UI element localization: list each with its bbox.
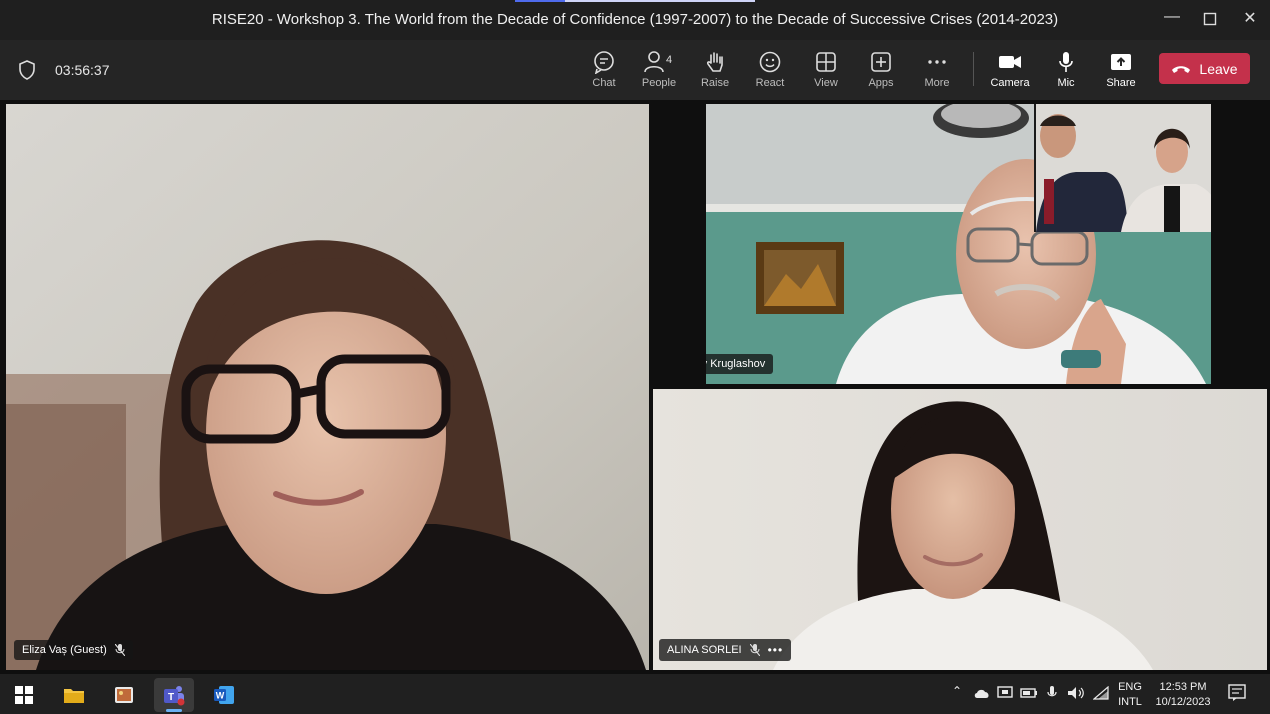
notification-icon[interactable] [1228,684,1246,702]
minimize-icon[interactable]: — [1160,8,1184,30]
microphone-tray-icon[interactable] [1046,685,1058,701]
maximize-icon[interactable] [1198,8,1222,30]
cloud-icon[interactable] [973,687,991,699]
apps-plus-icon [871,52,891,72]
raise-label: Raise [700,77,730,89]
share-icon [1111,54,1131,70]
mic-muted-icon [749,644,760,656]
more-dots-icon [928,60,946,64]
file-explorer-icon[interactable] [54,678,94,712]
video-tile-alina[interactable]: ALINA SORLEI ••• [653,389,1267,670]
taskbar: T W ⌃ ENG INTL 12:53 PM 10/12/2023 [0,674,1270,714]
apps-label: Apps [868,77,894,89]
react-button[interactable]: React [744,48,796,94]
participant-name: Eliza Vaș (Guest) [22,644,107,656]
inset-room-video [1034,104,1211,232]
react-label: React [755,77,785,89]
share-label: Share [1106,77,1136,89]
room-video [1036,104,1211,232]
participant-video-alina [653,389,1267,670]
camera-button[interactable]: Camera [984,48,1036,94]
leave-label: Leave [1199,60,1238,77]
participant-name: Anatoliy Kruglashov [706,358,766,370]
close-icon[interactable]: ✕ [1238,8,1262,30]
phone-hangup-icon [1172,65,1191,73]
chat-icon [594,51,614,74]
word-icon[interactable]: W [204,678,244,712]
teams-icon[interactable]: T [154,678,194,712]
title-accent [515,0,755,2]
display-icon[interactable] [997,686,1013,700]
photos-icon[interactable] [104,678,144,712]
toolbar-divider [973,52,974,86]
view-grid-icon [816,52,836,72]
more-label: More [924,77,950,89]
video-tile-anatoliy[interactable]: Anatoliy Kruglashov [706,104,1211,384]
windows-start-icon[interactable] [4,678,44,712]
chevron-up-icon[interactable]: ⌃ [952,684,962,698]
nametag-eliza: Eliza Vaș (Guest) [14,640,133,660]
volume-icon[interactable] [1067,686,1085,700]
people-count: 4 [666,54,673,66]
title-bar: RISE20 - Workshop 3. The World from the … [0,0,1270,40]
nametag-alina: ALINA SORLEI ••• [659,639,792,661]
lang-bottom: INTL [1118,696,1142,708]
view-button[interactable]: View [800,48,852,94]
lang-top: ENG [1118,681,1142,693]
video-tile-eliza[interactable]: Eliza Vaș (Guest) [6,104,649,670]
mic-muted-icon [114,644,125,656]
meeting-timer: 03:56:37 [55,62,110,78]
wifi-icon[interactable] [1093,686,1109,700]
smiley-icon [759,51,781,73]
input-language[interactable]: ENG INTL [1116,680,1144,710]
camera-label: Camera [990,77,1030,89]
more-options-icon[interactable]: ••• [768,643,784,657]
mic-icon [1059,52,1073,72]
video-stage: Eliza Vaș (Guest) Kruglashov ALINA SORLE… [0,100,1270,674]
apps-button[interactable]: Apps [855,48,907,94]
chat-button[interactable]: Chat [578,48,630,94]
view-label: View [814,77,838,89]
svg-text:T: T [168,692,174,703]
shield-icon[interactable] [18,60,38,80]
raise-hand-button[interactable]: Raise [689,48,741,94]
participant-video-eliza [6,104,649,670]
clock-date: 10/12/2023 [1155,696,1211,708]
clock[interactable]: 12:53 PM 10/12/2023 [1148,680,1218,710]
participant-name: ALINA SORLEI [667,644,742,656]
share-button[interactable]: Share [1095,48,1147,94]
leave-button[interactable]: Leave [1159,53,1250,84]
camera-icon [999,56,1021,68]
raise-hand-icon [706,52,723,72]
people-label: People [641,77,677,89]
svg-text:W: W [216,691,225,701]
clock-time: 12:53 PM [1159,681,1207,693]
battery-icon[interactable] [1020,687,1038,699]
mic-label: Mic [1057,77,1075,89]
window-title: RISE20 - Workshop 3. The World from the … [211,11,1059,28]
chat-label: Chat [592,77,616,89]
meeting-toolbar: 03:56:37 Chat 4 People Raise React View … [0,40,1270,100]
mic-button[interactable]: Mic [1040,48,1092,94]
nametag-anatoliy: Anatoliy Kruglashov [706,354,774,374]
people-button[interactable]: 4 People [633,48,685,94]
more-button[interactable]: More [911,48,963,94]
